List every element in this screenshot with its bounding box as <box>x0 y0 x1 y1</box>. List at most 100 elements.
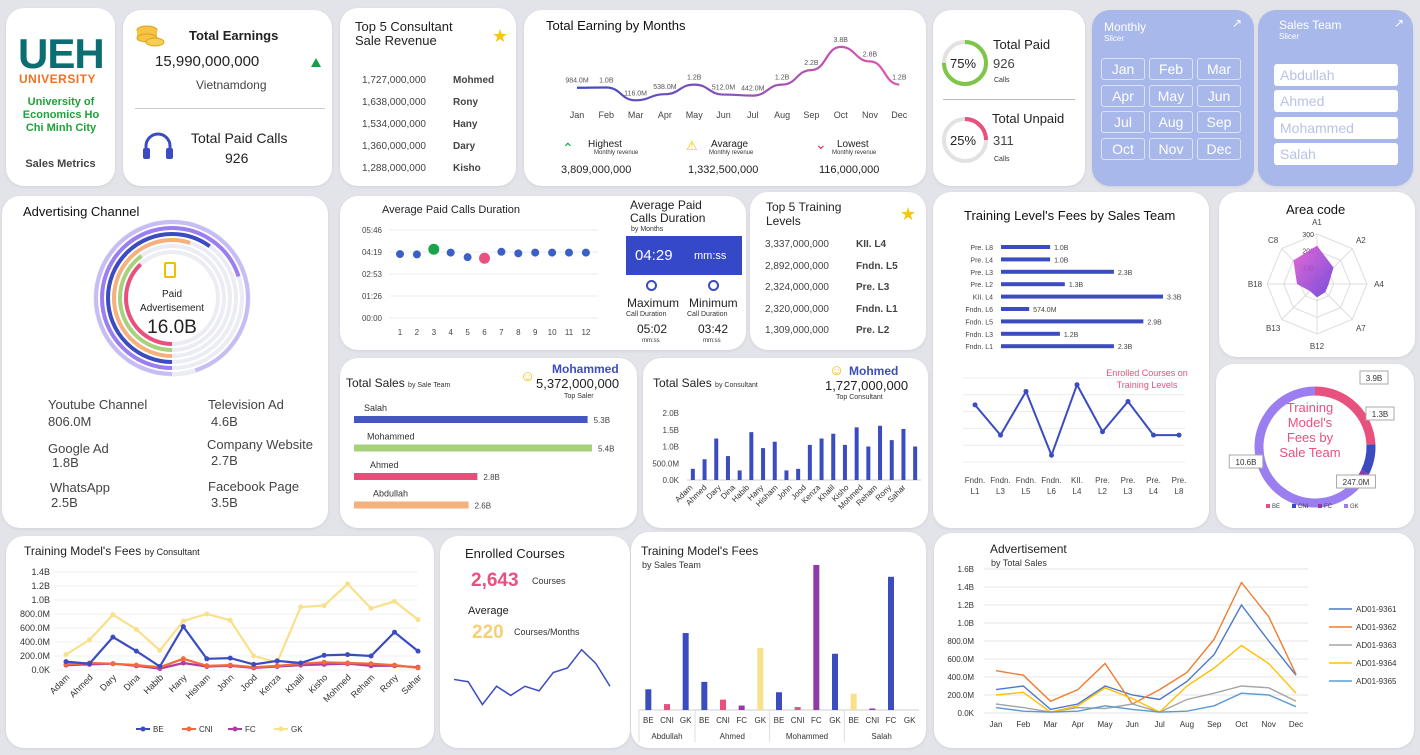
avg-duration-by: by Months <box>631 226 664 233</box>
series-point <box>321 659 327 665</box>
series-point <box>298 660 304 666</box>
duration-point <box>581 248 590 257</box>
series-point <box>227 662 233 668</box>
series-point <box>274 663 280 669</box>
slicer-item-mohammed[interactable]: Mohammed <box>1274 117 1398 139</box>
expand-icon[interactable]: ↗ <box>1232 16 1242 30</box>
slicer-month-feb[interactable]: Feb <box>1149 58 1193 80</box>
consultant-bar <box>854 427 859 480</box>
sales-by-consultant-card: Total Sales by Consultant ☺ Mohmed 1,727… <box>643 358 928 528</box>
top5-name: Fndn. L1 <box>856 303 898 315</box>
average-label: Avarage <box>711 139 749 150</box>
data-label: 116.0M <box>624 90 647 97</box>
slicer-month-jun[interactable]: Jun <box>1197 84 1241 107</box>
level-bar <box>1001 294 1163 299</box>
team-fee-bar <box>794 707 801 710</box>
series-point <box>227 617 233 623</box>
coins-icon <box>135 22 165 50</box>
tick-label: FC <box>811 716 822 725</box>
top5-value: 1,727,000,000 <box>362 75 426 86</box>
consultant-bar <box>749 432 754 480</box>
tick-label: Dec <box>891 110 908 120</box>
team-fee-bar <box>682 633 689 710</box>
data-label: 2.3B <box>1118 270 1133 277</box>
enrolled-point <box>1074 382 1080 388</box>
tick-label: 1.4B <box>31 567 50 577</box>
tick-label: Apr <box>658 110 672 120</box>
adv-item-name: Facebook Page <box>208 479 300 494</box>
series-point <box>321 652 327 658</box>
slicer-month-aug[interactable]: Aug <box>1149 111 1193 133</box>
series-point <box>321 603 327 609</box>
enrolled-line <box>974 382 1179 459</box>
fees-by-team-card: Training Model's Fees by Sales Team BE CN… <box>631 532 926 748</box>
team-bar <box>354 444 592 452</box>
series-point <box>415 617 421 623</box>
tick-label: KII. L4 <box>973 295 993 302</box>
level-bar <box>1001 344 1114 349</box>
area-code-card: Area code A1A2A4A7B12B13B18C8100200300 <box>1219 192 1415 357</box>
series-point <box>345 581 351 587</box>
data-label: 1.2B <box>892 75 907 82</box>
tick-label: Reham <box>349 672 377 700</box>
paid-calls-title: Total Paid Calls <box>191 130 288 146</box>
slicer-month-apr[interactable]: Apr <box>1101 84 1145 107</box>
tick-label: Dina <box>122 672 142 692</box>
tick-label: May <box>1098 720 1113 729</box>
top5-name: Pre. L3 <box>856 282 890 293</box>
unpaid-pct: 25% <box>950 133 977 148</box>
data-label: 1.2B <box>687 75 702 82</box>
tick-label: Aug <box>1180 720 1194 729</box>
tick-label: 12 <box>581 328 590 337</box>
sales-by-team-chart: Salah 5.3B Mohammed 5.4B Ahmed 2.8B Abdullah 2.… <box>354 403 614 511</box>
consultant-bar <box>725 456 730 480</box>
slicer-month-mar[interactable]: Mar <box>1197 58 1241 80</box>
slicer-item-salah[interactable]: Salah <box>1274 143 1398 165</box>
total-earnings-value: 15,990,000,000 <box>155 53 260 70</box>
slicer-item-ahmed[interactable]: Ahmed <box>1274 90 1398 112</box>
slicer-month-oct[interactable]: Oct <box>1101 137 1145 160</box>
adv-item-name: Google Ad <box>48 441 109 456</box>
average-value: 1,332,500,000 <box>688 164 759 176</box>
data-label: 2.3B <box>1118 344 1133 351</box>
slicer-month-jul[interactable]: Jul <box>1101 111 1145 133</box>
tick-label: Pre. L8 <box>970 245 993 252</box>
tick-label: 01:26 <box>362 292 383 301</box>
earnings-unit: Vietnamdong <box>196 78 267 92</box>
tick-label: CNI <box>865 716 879 725</box>
tick-label: BE <box>848 716 859 725</box>
slicer-month-may[interactable]: May <box>1149 84 1193 107</box>
tick-label: GK <box>904 716 916 725</box>
slicer-month-dec[interactable]: Dec <box>1197 137 1241 160</box>
slicer-month-jan[interactable]: Jan <box>1101 58 1145 80</box>
sales-metrics-tag: Sales Metrics <box>25 158 96 170</box>
tick-label: 200.0M <box>20 651 50 661</box>
tick-label: L3 <box>1124 487 1133 496</box>
tick-label: 1.2B <box>31 581 50 591</box>
legend-swatch <box>1292 504 1296 508</box>
data-label: 5.3B <box>594 416 610 425</box>
level-bar <box>1001 269 1114 274</box>
slicer-month-sep[interactable]: Sep <box>1197 111 1241 133</box>
lowest-sub: Monthly revenue <box>832 150 877 156</box>
level-bar <box>1001 245 1051 249</box>
series-point <box>274 658 280 664</box>
consultant-bar <box>784 470 789 480</box>
highest-sub: Monthly revenue <box>594 150 639 156</box>
lowest-icon: ⌄ <box>815 136 827 152</box>
expand-icon[interactable]: ↗ <box>1394 16 1404 30</box>
series-point <box>180 618 186 624</box>
data-label: 574.0M <box>1033 307 1057 314</box>
series-point <box>63 652 69 658</box>
tick-label: L8 <box>1175 487 1184 496</box>
team-fee-bar <box>701 681 708 710</box>
tick-label: Fndn. L5 <box>965 319 993 326</box>
top5-name: Hany <box>453 119 478 130</box>
slicer-item-abdullah[interactable]: Abdullah <box>1274 64 1398 86</box>
slicer-month-nov[interactable]: Nov <box>1149 137 1193 160</box>
tick-label: Oct <box>1235 720 1248 729</box>
data-label: 538.0M <box>653 84 677 91</box>
tick-label: 04:19 <box>362 248 383 257</box>
enrolled-annotation: Enrolled Courses on Training Levels <box>1106 368 1188 390</box>
legend-marker <box>232 726 238 732</box>
